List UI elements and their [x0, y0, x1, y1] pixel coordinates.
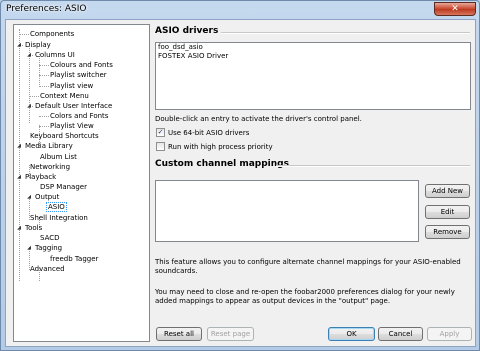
tree-item-label: SACD: [40, 234, 60, 242]
ok-button[interactable]: OK: [328, 327, 375, 341]
tree-item-playlist-view-dui[interactable]: Playlist View: [49, 121, 95, 131]
preferences-window: Preferences: ASIO ✕ ◢ ◢ ◢ ◢ ◢ ◢ ◢ ◢ Comp…: [0, 0, 480, 351]
tree-item-label: Playlist switcher: [50, 71, 107, 79]
tree-item-label: Playlist View: [50, 122, 94, 130]
title-bar[interactable]: Preferences: ASIO ✕: [1, 1, 479, 19]
tree-item-advanced[interactable]: Advanced: [29, 264, 66, 274]
drivers-hint-text: Double-click an entry to activate the dr…: [155, 115, 362, 123]
tree-item-playback[interactable]: Playback: [24, 172, 57, 182]
tree-item-context-menu[interactable]: Context Menu: [39, 91, 90, 101]
close-icon[interactable]: ✕: [434, 2, 476, 16]
tree-item-columns-ui[interactable]: Columns UI: [34, 50, 76, 60]
tree-item-playlist-switcher[interactable]: Playlist switcher: [49, 70, 108, 80]
apply-button[interactable]: Apply: [427, 327, 472, 341]
section-divider: [221, 32, 470, 34]
tree-item-freedb-tagger[interactable]: freedb Tagger: [49, 254, 99, 264]
tree-item-playlist-view[interactable]: Playlist view: [49, 81, 94, 91]
expand-playback-icon[interactable]: ◢: [16, 174, 22, 180]
checkbox-box[interactable]: ✓: [156, 128, 165, 137]
channel-mappings-list[interactable]: [155, 180, 419, 242]
high-priority-label: Run with high process priority: [168, 142, 273, 151]
tree-item-label: Colors and Fonts: [50, 112, 109, 120]
tree-item-label: Columns UI: [35, 51, 75, 59]
high-priority-checkbox[interactable]: Run with high process priority: [156, 142, 273, 151]
tree-item-asio[interactable]: ASIO: [46, 202, 67, 212]
tree-connector: [19, 29, 20, 281]
expand-media-library-icon[interactable]: ◢: [16, 143, 22, 149]
tree-item-label: Output: [35, 193, 60, 201]
preferences-tree[interactable]: ◢ ◢ ◢ ◢ ◢ ◢ ◢ ◢ Components Display Colum…: [13, 24, 150, 342]
asio-drivers-list[interactable]: foo_dsd_asio FOSTEX ASIO Driver: [155, 42, 471, 110]
expand-default-ui-icon[interactable]: ◢: [26, 103, 32, 109]
tree-item-tagging[interactable]: Tagging: [34, 243, 63, 253]
tree-item-label: DSP Manager: [40, 183, 87, 191]
tree-item-label: Playlist view: [50, 82, 94, 90]
tree-connector: [29, 96, 39, 97]
dialog-client: ◢ ◢ ◢ ◢ ◢ ◢ ◢ ◢ Components Display Colum…: [5, 19, 476, 347]
tree-item-label: Tools: [25, 224, 43, 232]
tree-connector: [39, 116, 49, 117]
tree-item-label: Shell Integration: [30, 214, 88, 222]
add-new-button[interactable]: Add New: [425, 184, 470, 198]
asio-drivers-heading: ASIO drivers: [155, 26, 219, 36]
tree-item-label: Album List: [40, 153, 77, 161]
edit-button[interactable]: Edit: [425, 205, 470, 219]
remove-button[interactable]: Remove: [425, 225, 470, 239]
reset-page-button[interactable]: Reset page: [207, 327, 254, 341]
tree-item-label: Tagging: [35, 244, 63, 252]
channel-mappings-heading: Custom channel mappings: [155, 159, 289, 169]
tree-item-label: Networking: [30, 163, 71, 171]
tree-item-dsp-manager[interactable]: DSP Manager: [39, 182, 88, 192]
use-64bit-label: Use 64-bit ASIO drivers: [168, 128, 250, 137]
tree-item-sacd[interactable]: SACD: [39, 233, 61, 243]
tree-item-label: Advanced: [30, 265, 65, 273]
checkbox-box[interactable]: [156, 142, 165, 151]
tree-item-label: Keyboard Shortcuts: [30, 132, 99, 140]
tree-item-tools[interactable]: Tools: [24, 223, 43, 233]
tree-item-keyboard-shortcuts[interactable]: Keyboard Shortcuts: [29, 131, 100, 141]
expand-display-icon[interactable]: ◢: [16, 42, 22, 48]
tree-item-colors-and-fonts[interactable]: Colors and Fonts: [49, 111, 109, 121]
expand-tagging-icon[interactable]: ◢: [26, 245, 32, 251]
tree-item-shell-integration[interactable]: Shell Integration: [29, 213, 89, 223]
window-title: Preferences: ASIO: [6, 4, 87, 14]
mappings-info-line: This feature allows you to configure alt…: [155, 258, 461, 266]
tree-item-label: Context Menu: [40, 92, 89, 100]
tree-item-output[interactable]: Output: [34, 192, 60, 202]
tree-item-media-library[interactable]: Media Library: [24, 141, 74, 151]
section-divider: [276, 165, 470, 167]
mappings-note-line: added mappings to appear as output devic…: [155, 297, 391, 305]
tree-item-label: Default User Interface: [35, 102, 113, 110]
tree-item-default-user-interface[interactable]: Default User Interface: [34, 101, 113, 111]
tree-item-label: Colours and Fonts: [50, 61, 113, 69]
reset-all-button[interactable]: Reset all: [156, 327, 202, 341]
tree-connector: [39, 126, 49, 127]
cancel-button[interactable]: Cancel: [378, 327, 423, 341]
driver-item[interactable]: FOSTEX ASIO Driver: [156, 52, 470, 61]
driver-item[interactable]: foo_dsd_asio: [156, 43, 470, 52]
tree-item-components[interactable]: Components: [29, 29, 75, 39]
tree-item-album-list[interactable]: Album List: [39, 152, 78, 162]
tree-item-display[interactable]: Display: [24, 40, 52, 50]
expand-columns-ui-icon[interactable]: ◢: [26, 52, 32, 58]
tree-item-label: Components: [30, 30, 75, 38]
tree-item-label: freedb Tagger: [50, 255, 99, 263]
expand-tools-icon[interactable]: ◢: [16, 225, 22, 231]
tree-item-networking[interactable]: Networking: [29, 162, 71, 172]
tree-item-colours-and-fonts[interactable]: Colours and Fonts: [49, 60, 114, 70]
tree-item-label: Media Library: [25, 142, 73, 150]
tree-item-label: Display: [25, 41, 51, 49]
tree-connector: [19, 34, 29, 35]
mappings-info-line: soundcards.: [155, 267, 198, 275]
use-64bit-checkbox[interactable]: ✓ Use 64-bit ASIO drivers: [156, 128, 249, 137]
tree-connector: [39, 65, 49, 66]
tree-connector: [39, 86, 49, 87]
tree-connector: [39, 75, 49, 76]
tree-item-label: ASIO: [46, 202, 67, 212]
tree-item-label: Playback: [25, 173, 57, 181]
expand-output-icon[interactable]: ◢: [26, 194, 32, 200]
